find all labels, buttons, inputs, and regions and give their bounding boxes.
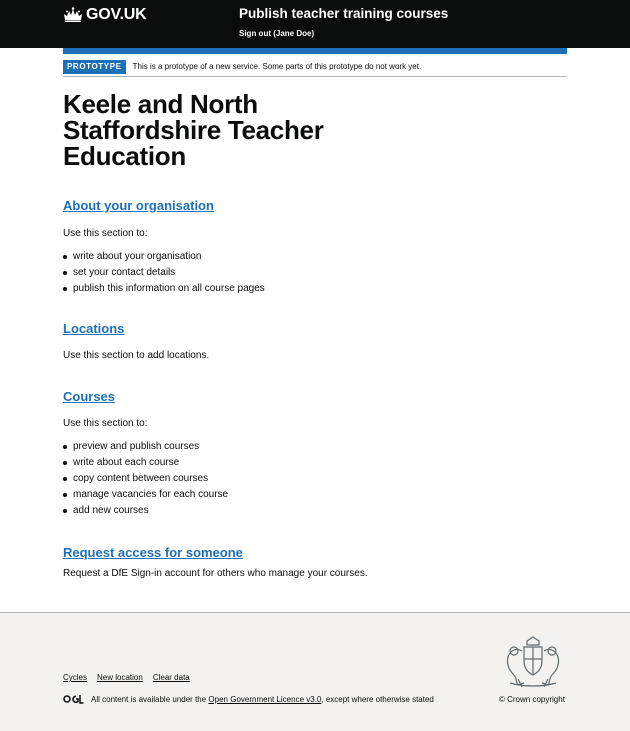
phase-banner: PROTOTYPE This is a prototype of a new s… (63, 57, 567, 77)
about-organisation-link[interactable]: About your organisation (63, 198, 214, 213)
about-intro: Use this section to: (63, 228, 148, 239)
request-access-intro: Request a DfE Sign-in account for others… (63, 568, 368, 579)
ogl-licence-link[interactable]: Open Government Licence v3.0 (208, 695, 321, 704)
list-item: publish this information on all course p… (63, 281, 567, 297)
list-item: preview and publish courses (63, 439, 567, 455)
header-blue-bar (63, 48, 567, 54)
service-name-link[interactable]: Publish teacher training courses (239, 6, 448, 21)
section-about: About your organisation Use this section… (63, 197, 567, 297)
footer-link-new-location[interactable]: New location (97, 673, 143, 682)
list-item: write about each course (63, 455, 567, 471)
list-item: copy content between courses (63, 471, 567, 487)
footer-link-cycles[interactable]: Cycles (63, 673, 87, 682)
locations-intro: Use this section to add locations. (63, 350, 210, 361)
courses-intro: Use this section to: (63, 418, 148, 429)
main-content: Keele and North Staffordshire Teacher Ed… (63, 88, 567, 581)
locations-link[interactable]: Locations (63, 321, 124, 336)
request-access-link[interactable]: Request access for someone (63, 545, 243, 560)
courses-list: preview and publish courses write about … (63, 439, 567, 519)
govuk-logo-link[interactable]: GOV.UK (63, 6, 147, 24)
site-header: GOV.UK Publish teacher training courses … (0, 0, 630, 48)
list-item: set your contact details (63, 265, 567, 281)
govuk-logo-text: GOV.UK (86, 6, 147, 23)
courses-link[interactable]: Courses (63, 389, 115, 404)
crown-copyright-link[interactable]: © Crown copyright (499, 695, 565, 704)
about-list: write about your organisation set your c… (63, 249, 567, 297)
licence-suffix: , except where otherwise stated (321, 694, 434, 704)
section-locations: Locations Use this section to add locati… (63, 320, 567, 363)
page-title: Keele and North Staffordshire Teacher Ed… (63, 89, 324, 171)
footer-link-clear-data[interactable]: Clear data (153, 673, 190, 682)
crown-icon (64, 7, 82, 22)
list-item: write about your organisation (63, 249, 567, 265)
list-item: add new courses (63, 503, 567, 519)
ogl-logo-icon (63, 695, 84, 704)
phase-tag: PROTOTYPE (63, 59, 126, 74)
section-courses: Courses Use this section to: preview and… (63, 388, 567, 519)
licence-prefix: All content is available under the (91, 694, 207, 704)
site-footer: Cycles New location Clear data All conte… (0, 612, 630, 731)
footer-links: Cycles New location Clear data (63, 673, 190, 682)
licence-text: All content is available under the Open … (91, 695, 434, 704)
list-item: manage vacancies for each course (63, 487, 567, 503)
phase-text: This is a prototype of a new service. So… (132, 62, 422, 71)
royal-coat-of-arms-icon (506, 636, 560, 688)
section-request-access: Request access for someone Request a DfE… (63, 544, 567, 581)
licence-statement: All content is available under the Open … (63, 694, 434, 704)
sign-out-link[interactable]: Sign out (Jane Doe) (239, 29, 314, 38)
